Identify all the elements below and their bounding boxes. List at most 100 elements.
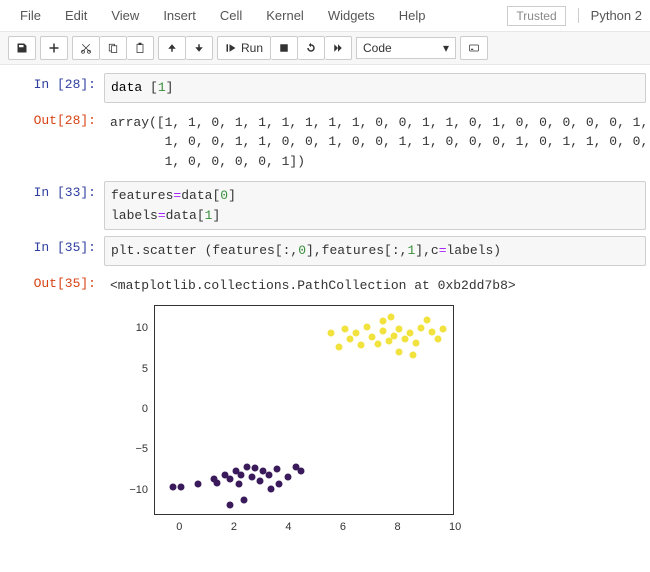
menu-file[interactable]: File xyxy=(8,4,53,27)
scatter-point xyxy=(257,478,264,485)
scatter-point xyxy=(410,352,417,359)
interrupt-button[interactable] xyxy=(271,36,298,60)
scatter-point xyxy=(284,474,291,481)
run-button[interactable]: Run xyxy=(217,36,271,60)
move-up-button[interactable] xyxy=(158,36,186,60)
scatter-point xyxy=(429,329,436,336)
restart-button[interactable] xyxy=(298,36,325,60)
scatter-point xyxy=(347,335,354,342)
scatter-point xyxy=(170,483,177,490)
add-cell-button[interactable] xyxy=(40,36,68,60)
scatter-point xyxy=(265,471,272,478)
in-prompt: In [28]: xyxy=(4,73,104,103)
scatter-point xyxy=(238,471,245,478)
scatter-point xyxy=(341,326,348,333)
menu-cell[interactable]: Cell xyxy=(208,4,254,27)
code-cell[interactable]: In [28]: data [1] xyxy=(4,73,646,103)
scatter-point xyxy=(407,330,414,337)
menu-widgets[interactable]: Widgets xyxy=(316,4,387,27)
scatter-point xyxy=(273,465,280,472)
copy-button[interactable] xyxy=(100,36,127,60)
toolbar: Run Code ▾ xyxy=(0,32,650,65)
scatter-point xyxy=(380,327,387,334)
output-content: <matplotlib.collections.PathCollection a… xyxy=(104,272,646,300)
scatter-point xyxy=(235,481,242,488)
cell-type-select[interactable]: Code ▾ xyxy=(356,37,456,59)
scatter-point xyxy=(369,334,376,341)
scatter-point xyxy=(374,340,381,347)
code-cell[interactable]: In [35]: plt.scatter (features[:,0],feat… xyxy=(4,236,646,266)
kernel-indicator[interactable]: Python 2 xyxy=(578,8,642,23)
output-cell: Out[28]: array([1, 1, 0, 1, 1, 1, 1, 1, … xyxy=(4,109,646,176)
xtick-label: 8 xyxy=(394,521,400,533)
scatter-point xyxy=(276,480,283,487)
scatter-point xyxy=(194,481,201,488)
code-content[interactable]: features=data[0] labels=data[1] xyxy=(104,181,646,230)
code-cell[interactable]: In [33]: features=data[0] labels=data[1] xyxy=(4,181,646,230)
menubar: File Edit View Insert Cell Kernel Widget… xyxy=(0,0,650,32)
scatter-point xyxy=(352,330,359,337)
chevron-down-icon: ▾ xyxy=(443,41,449,55)
in-prompt: In [33]: xyxy=(4,181,104,230)
save-button[interactable] xyxy=(8,36,36,60)
cell-type-label: Code xyxy=(363,41,392,55)
scatter-point xyxy=(178,483,185,490)
scatter-point xyxy=(391,332,398,339)
ytick-label: 0 xyxy=(118,403,148,415)
scatter-point xyxy=(227,502,234,509)
menu-view[interactable]: View xyxy=(99,4,151,27)
ytick-label: 10 xyxy=(118,322,148,334)
plot-output: −10 −5 0 5 10 0 2 4 6 8 10 xyxy=(104,305,646,545)
code-content[interactable]: plt.scatter (features[:,0],features[:,1]… xyxy=(104,236,646,266)
scatter-point xyxy=(363,323,370,330)
ytick-label: −10 xyxy=(118,484,148,496)
scatter-point xyxy=(423,316,430,323)
scatter-point xyxy=(358,342,365,349)
scatter-point xyxy=(380,318,387,325)
output-cell: Out[35]: <matplotlib.collections.PathCol… xyxy=(4,272,646,300)
scatter-point xyxy=(396,348,403,355)
in-prompt: In [35]: xyxy=(4,236,104,266)
output-content: array([1, 1, 0, 1, 1, 1, 1, 1, 1, 0, 0, … xyxy=(104,109,650,176)
scatter-point xyxy=(249,474,256,481)
run-label: Run xyxy=(241,41,263,55)
scatter-point xyxy=(328,330,335,337)
scatter-point xyxy=(412,339,419,346)
scatter-point xyxy=(440,326,447,333)
scatter-point xyxy=(213,479,220,486)
scatter-point xyxy=(388,314,395,321)
command-palette-button[interactable] xyxy=(460,36,488,60)
scatter-point xyxy=(401,335,408,342)
out-prompt: Out[28]: xyxy=(4,109,104,176)
scatter-point xyxy=(241,497,248,504)
scatter-point xyxy=(385,338,392,345)
trusted-indicator[interactable]: Trusted xyxy=(507,6,565,26)
scatter-point xyxy=(268,486,275,493)
move-down-button[interactable] xyxy=(186,36,213,60)
menu-help[interactable]: Help xyxy=(387,4,438,27)
out-prompt: Out[35]: xyxy=(4,272,104,300)
xtick-label: 0 xyxy=(176,521,182,533)
cut-button[interactable] xyxy=(72,36,100,60)
menu-insert[interactable]: Insert xyxy=(151,4,208,27)
menu-kernel[interactable]: Kernel xyxy=(254,4,316,27)
notebook-area: In [28]: data [1] Out[28]: array([1, 1, … xyxy=(0,65,650,553)
scatter-point xyxy=(336,344,343,351)
scatter-point xyxy=(251,465,258,472)
scatter-point xyxy=(434,335,441,342)
scatter-point xyxy=(396,326,403,333)
restart-run-button[interactable] xyxy=(325,36,352,60)
scatter-point xyxy=(298,467,305,474)
xtick-label: 2 xyxy=(231,521,237,533)
scatter-point xyxy=(227,475,234,482)
menu-edit[interactable]: Edit xyxy=(53,4,99,27)
ytick-label: −5 xyxy=(118,443,148,455)
scatter-point xyxy=(243,463,250,470)
xtick-label: 6 xyxy=(340,521,346,533)
xtick-label: 4 xyxy=(285,521,291,533)
ytick-label: 5 xyxy=(118,363,148,375)
code-content[interactable]: data [1] xyxy=(104,73,646,103)
scatter-point xyxy=(418,324,425,331)
xtick-label: 10 xyxy=(449,521,461,533)
paste-button[interactable] xyxy=(127,36,154,60)
